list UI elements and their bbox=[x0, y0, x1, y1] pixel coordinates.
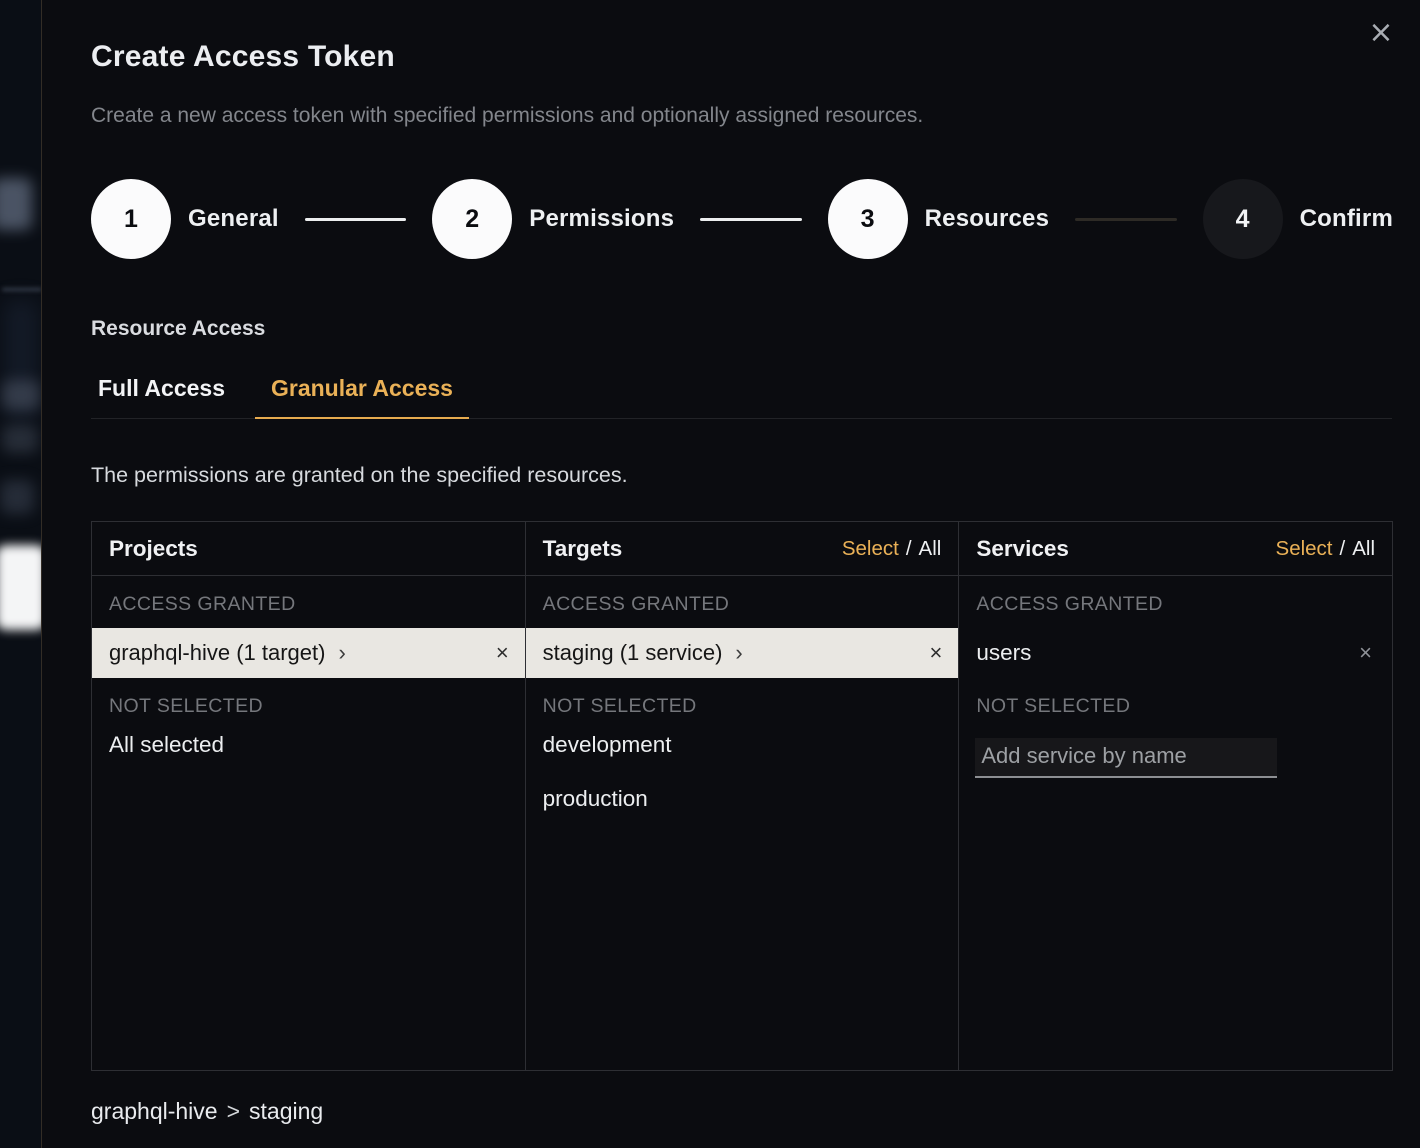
backdrop-blur-blob bbox=[0, 545, 41, 630]
tab-full-access[interactable]: Full Access bbox=[91, 375, 241, 418]
target-option-production[interactable]: production bbox=[526, 772, 959, 826]
services-column: Services Select / All ACCESS GRANTED use… bbox=[958, 522, 1392, 1070]
backdrop-blur-blob bbox=[2, 380, 40, 410]
create-access-token-modal: × Create Access Token Create a new acces… bbox=[41, 0, 1420, 1148]
services-not-selected-label: NOT SELECTED bbox=[959, 678, 1392, 730]
step-connector bbox=[1075, 218, 1176, 221]
projects-granted-label: ACCESS GRANTED bbox=[92, 576, 525, 628]
resource-picker-table: Projects ACCESS GRANTED graphql-hive (1 … bbox=[91, 521, 1393, 1071]
close-icon[interactable]: × bbox=[1364, 16, 1398, 50]
step-number-badge: 2 bbox=[432, 179, 512, 259]
granular-access-note: The permissions are granted on the speci… bbox=[91, 463, 1392, 488]
services-header-links: Select / All bbox=[1276, 537, 1375, 561]
link-separator: / bbox=[906, 537, 912, 561]
access-mode-tabs: Full Access Granular Access bbox=[91, 375, 1392, 419]
project-chip-label: graphql-hive (1 target) bbox=[109, 640, 325, 666]
wizard-stepper: 1 General 2 Permissions 3 Resources 4 Co… bbox=[91, 179, 1393, 259]
services-granted-label: ACCESS GRANTED bbox=[959, 576, 1392, 628]
targets-column: Targets Select / All ACCESS GRANTED stag… bbox=[525, 522, 959, 1070]
link-separator: / bbox=[1340, 537, 1346, 561]
step-resources[interactable]: 3 Resources bbox=[828, 179, 1050, 259]
step-general[interactable]: 1 General bbox=[91, 179, 279, 259]
targets-header-links: Select / All bbox=[842, 537, 941, 561]
step-permissions[interactable]: 2 Permissions bbox=[432, 179, 674, 259]
targets-all-link[interactable]: All bbox=[919, 537, 942, 561]
modal-description: Create a new access token with specified… bbox=[91, 104, 1392, 128]
step-connector bbox=[700, 218, 801, 221]
target-option-development[interactable]: development bbox=[526, 730, 959, 772]
backdrop-blur-blob bbox=[2, 288, 41, 291]
target-chip-label: staging (1 service) bbox=[543, 640, 723, 666]
breadcrumb: graphql-hive > staging bbox=[91, 1098, 1392, 1125]
page-backdrop bbox=[0, 0, 41, 1148]
remove-service-icon[interactable]: × bbox=[1359, 640, 1372, 666]
step-confirm[interactable]: 4 Confirm bbox=[1203, 179, 1393, 259]
services-all-link[interactable]: All bbox=[1352, 537, 1375, 561]
step-number-badge: 3 bbox=[828, 179, 908, 259]
backdrop-blur-blob bbox=[0, 178, 32, 230]
backdrop-blur-blob bbox=[0, 480, 34, 514]
step-label: General bbox=[188, 205, 279, 233]
step-connector bbox=[305, 218, 406, 221]
targets-select-link[interactable]: Select bbox=[842, 537, 899, 561]
breadcrumb-project: graphql-hive bbox=[91, 1098, 218, 1125]
step-label: Permissions bbox=[529, 205, 674, 233]
remove-target-icon[interactable]: × bbox=[929, 640, 942, 666]
targets-column-title: Targets bbox=[543, 536, 623, 562]
services-column-header: Services Select / All bbox=[959, 522, 1392, 576]
target-selected-chip[interactable]: staging (1 service) › × bbox=[526, 628, 959, 678]
breadcrumb-target: staging bbox=[249, 1098, 323, 1125]
project-selected-chip[interactable]: graphql-hive (1 target) › × bbox=[92, 628, 525, 678]
step-number-badge: 1 bbox=[91, 179, 171, 259]
projects-not-selected-label: NOT SELECTED bbox=[92, 678, 525, 730]
breadcrumb-separator: > bbox=[227, 1098, 240, 1125]
backdrop-blur-blob bbox=[2, 425, 38, 453]
page-title: Create Access Token bbox=[91, 40, 1392, 74]
service-users-label: users bbox=[976, 640, 1031, 666]
remove-project-icon[interactable]: × bbox=[496, 640, 509, 666]
chevron-right-icon: › bbox=[338, 640, 345, 666]
step-label: Confirm bbox=[1300, 205, 1393, 233]
projects-all-selected-note: All selected bbox=[92, 730, 525, 772]
services-select-link[interactable]: Select bbox=[1276, 537, 1333, 561]
step-number-badge: 4 bbox=[1203, 179, 1283, 259]
targets-not-selected-label: NOT SELECTED bbox=[526, 678, 959, 730]
tab-granular-access[interactable]: Granular Access bbox=[255, 375, 469, 419]
projects-column: Projects ACCESS GRANTED graphql-hive (1 … bbox=[92, 522, 525, 1070]
projects-column-title: Projects bbox=[109, 536, 198, 562]
targets-granted-label: ACCESS GRANTED bbox=[526, 576, 959, 628]
step-label: Resources bbox=[925, 205, 1050, 233]
projects-column-header: Projects bbox=[92, 522, 525, 576]
targets-column-header: Targets Select / All bbox=[526, 522, 959, 576]
services-column-title: Services bbox=[976, 536, 1069, 562]
service-selected-users[interactable]: users × bbox=[959, 628, 1392, 678]
chevron-right-icon: › bbox=[735, 640, 742, 666]
resource-access-heading: Resource Access bbox=[91, 317, 1392, 341]
add-service-input[interactable] bbox=[975, 738, 1277, 778]
